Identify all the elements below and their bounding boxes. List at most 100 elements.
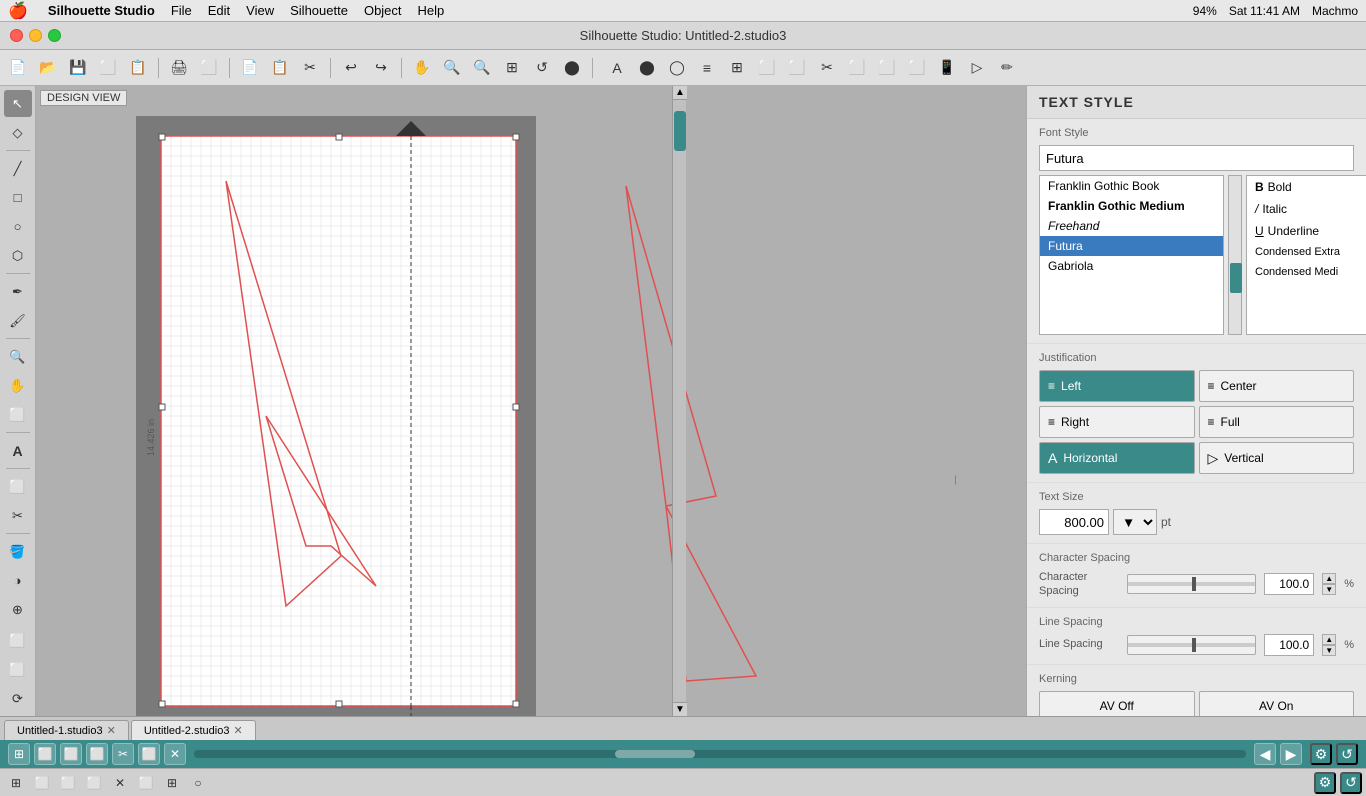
polygon-tool[interactable]: ⬡: [4, 242, 32, 269]
minimize-button[interactable]: [29, 29, 42, 42]
line-tool[interactable]: ╱: [4, 155, 32, 182]
eraser-tool[interactable]: ⬜: [4, 401, 32, 428]
bt-circle-button[interactable]: ○: [186, 772, 210, 794]
weld-button[interactable]: ⬜: [873, 54, 901, 82]
3d-tool[interactable]: ⬜: [4, 473, 32, 500]
char-spacing-slider[interactable]: [1127, 574, 1256, 594]
color-button[interactable]: ◯: [663, 54, 691, 82]
select-button[interactable]: A: [603, 54, 631, 82]
zoom-fit-button[interactable]: ⊞: [498, 54, 526, 82]
font-name-input[interactable]: [1039, 145, 1354, 171]
font-item-franklin-medium[interactable]: Franklin Gothic Medium: [1040, 196, 1223, 216]
save-as-button[interactable]: 📋: [124, 54, 152, 82]
style-underline[interactable]: U Underline: [1247, 220, 1366, 242]
bt-x-button[interactable]: ⊞: [160, 772, 184, 794]
select-tool[interactable]: ↖: [4, 90, 32, 117]
style-list[interactable]: B Bold / Italic U Underline Condensed Ex…: [1246, 175, 1366, 335]
font-list[interactable]: Franklin Gothic Book Franklin Gothic Med…: [1039, 175, 1224, 335]
text-size-input[interactable]: [1039, 509, 1109, 535]
status-x-button[interactable]: ✕: [164, 743, 186, 765]
scroll-thumb[interactable]: [674, 111, 686, 151]
apple-menu[interactable]: 🍎: [8, 1, 28, 21]
line-spacing-up[interactable]: ▲: [1322, 634, 1336, 645]
hand-button[interactable]: ✋: [408, 54, 436, 82]
justify-full-button[interactable]: ≡ Full: [1199, 406, 1355, 438]
style-italic[interactable]: / Italic: [1247, 198, 1366, 220]
copy-button[interactable]: 📄: [236, 54, 264, 82]
text-tool[interactable]: A: [4, 437, 32, 464]
menu-silhouette[interactable]: Silhouette: [290, 3, 348, 18]
undo-button[interactable]: ↩: [337, 54, 365, 82]
line-spacing-slider[interactable]: [1127, 635, 1256, 655]
bt-layers-button[interactable]: ⬜: [30, 772, 54, 794]
align-button[interactable]: ⬜: [753, 54, 781, 82]
scroll-down-button[interactable]: ▼: [673, 702, 687, 716]
h-scrollbar[interactable]: [194, 750, 1246, 758]
menu-help[interactable]: Help: [418, 3, 445, 18]
style-condensed-medi[interactable]: Condensed Medi: [1247, 262, 1366, 282]
open-button[interactable]: 📂: [34, 54, 62, 82]
node-tool[interactable]: ◇: [4, 119, 32, 146]
status-layers-button[interactable]: ⬜: [34, 743, 56, 765]
tab-untitled2-close[interactable]: ✕: [233, 724, 242, 737]
scroll-left-button[interactable]: ◀: [1254, 743, 1276, 765]
fill-button[interactable]: ⬤: [633, 54, 661, 82]
brush-tool[interactable]: 🖌: [4, 307, 32, 334]
grid-button[interactable]: ⊞: [723, 54, 751, 82]
menu-object[interactable]: Object: [364, 3, 402, 18]
line-spacing-down[interactable]: ▼: [1322, 645, 1336, 656]
fill-tool[interactable]: 🪣: [4, 538, 32, 565]
kerning-off-button[interactable]: AV Off: [1039, 691, 1195, 716]
rect-tool[interactable]: □: [4, 184, 32, 211]
direction-vertical-button[interactable]: ▷ Vertical: [1199, 442, 1355, 474]
bt-merge-button[interactable]: ✕: [108, 772, 132, 794]
refresh-button[interactable]: ↺: [1336, 743, 1358, 765]
new-button[interactable]: 📄: [4, 54, 32, 82]
text-size-dropdown[interactable]: ▼: [1113, 509, 1157, 535]
tab-untitled2[interactable]: Untitled-2.studio3 ✕: [131, 720, 256, 740]
bt-align-button[interactable]: ⊞: [4, 772, 28, 794]
menu-file[interactable]: File: [171, 3, 192, 18]
kerning-on-button[interactable]: AV On: [1199, 691, 1355, 716]
justify-left-button[interactable]: ≡ Left: [1039, 370, 1195, 402]
paste-button[interactable]: 📋: [266, 54, 294, 82]
cut-button[interactable]: ✂: [296, 54, 324, 82]
vertical-scrollbar[interactable]: ▲ ▼: [672, 86, 686, 716]
char-spacing-input[interactable]: [1264, 573, 1314, 595]
status-merge-button[interactable]: ⬜: [86, 743, 108, 765]
font-item-futura[interactable]: Futura: [1040, 236, 1223, 256]
stamp-tool[interactable]: ⊕: [4, 596, 32, 623]
redo-button[interactable]: ↪: [367, 54, 395, 82]
direction-horizontal-button[interactable]: A Horizontal: [1039, 442, 1195, 474]
library-btn[interactable]: ⬜: [4, 656, 32, 683]
bt-group-button[interactable]: ⬜: [56, 772, 80, 794]
status-eraser-button[interactable]: ⬜: [138, 743, 160, 765]
menu-edit[interactable]: Edit: [208, 3, 230, 18]
style-button[interactable]: ≡: [693, 54, 721, 82]
font-item-gabriola[interactable]: Gabriola: [1040, 256, 1223, 276]
print2-button[interactable]: ⬜: [195, 54, 223, 82]
line-spacing-input[interactable]: [1264, 634, 1314, 656]
char-spacing-up[interactable]: ▲: [1322, 573, 1336, 584]
style-bold[interactable]: B Bold: [1247, 176, 1366, 198]
distrib-button[interactable]: ⬜: [783, 54, 811, 82]
outline-button[interactable]: ⬜: [843, 54, 871, 82]
char-spacing-down[interactable]: ▼: [1322, 584, 1336, 595]
status-align-button[interactable]: ⊞: [8, 743, 30, 765]
canvas-area[interactable]: DESIGN VIEW: [36, 86, 1026, 716]
gradient-tool[interactable]: ◑: [4, 567, 32, 594]
status-cut-button[interactable]: ✂: [112, 743, 134, 765]
send-button[interactable]: ▷: [963, 54, 991, 82]
justify-right-button[interactable]: ≡ Right: [1039, 406, 1195, 438]
save-small-button[interactable]: 💾: [64, 54, 92, 82]
ellipse-tool[interactable]: ○: [4, 213, 32, 240]
font-item-freehand[interactable]: Freehand: [1040, 216, 1223, 236]
settings-button[interactable]: ⚙: [1310, 743, 1332, 765]
zoom-tool[interactable]: 🔍: [4, 343, 32, 370]
bt-ungroup-button[interactable]: ⬜: [82, 772, 106, 794]
tab-untitled1-close[interactable]: ✕: [107, 724, 116, 737]
zoom-in-button[interactable]: 🔍: [438, 54, 466, 82]
font-scroll-track[interactable]: [1228, 175, 1242, 335]
bottom-refresh-button[interactable]: ↺: [1340, 772, 1362, 794]
export-button[interactable]: ⬜: [903, 54, 931, 82]
